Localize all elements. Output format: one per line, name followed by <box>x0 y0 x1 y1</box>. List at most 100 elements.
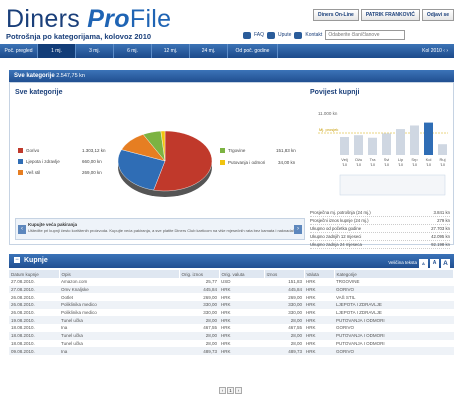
col-orig-iznos[interactable]: Orig. iznos <box>179 270 220 278</box>
history-overview-scroller[interactable] <box>339 174 446 196</box>
history-bar-Tra[interactable] <box>368 137 377 155</box>
tab-overview[interactable]: Poč. pregled <box>0 44 38 58</box>
diners-online-link[interactable]: Diners On-Line <box>313 9 359 21</box>
table-row[interactable]: 19.08.2010. Tunel učka 28,00 HRK 28,00 HRK PUT… <box>9 316 454 325</box>
col-opis[interactable]: Opis <box>59 270 180 278</box>
history-stats: Prosječna mj. potrošnja (24 mj.) 3.841 kn… <box>310 209 450 249</box>
history-bar-Srp[interactable] <box>410 125 419 155</box>
font-small-button[interactable]: A <box>419 258 428 268</box>
user-name-link[interactable]: PATRIK FRANKOVIĆ <box>360 9 420 21</box>
pager-prev[interactable]: ‹ <box>219 387 226 394</box>
font-medium-button[interactable]: A <box>430 258 439 268</box>
member-search-input[interactable] <box>325 30 406 40</box>
stat-row: Prosječna mj. potrošnja (24 mj.) 3.841 kn <box>310 210 450 217</box>
legend-trgovine[interactable]: Trgovine <box>220 148 245 153</box>
col-datum[interactable]: Datum kupnje <box>9 270 60 278</box>
table-cell: 28,00 <box>290 340 302 346</box>
upute-link[interactable]: Upute <box>278 32 291 38</box>
table-cell: 18.08.2010. <box>9 331 59 340</box>
tab-24m[interactable]: 24 mj. <box>190 44 228 58</box>
legend-putovanja-value: 34,00 kn <box>278 160 296 165</box>
history-year-label: '10 <box>412 162 418 167</box>
legend-vas-stil-value: 269,00 kn <box>82 170 102 175</box>
categories-title: Sve kategorije <box>15 89 63 96</box>
promo-text: Uštedite pri kupnji često korištenih pro… <box>28 228 294 233</box>
tab-12m[interactable]: 12 mj. <box>152 44 190 58</box>
history-year-label: '10 <box>356 162 362 167</box>
table-cell: HRK <box>306 340 316 346</box>
categories-panel: Sve kategorije Gorivo 1.303,12 kn Ljepot… <box>9 82 454 249</box>
header-tools: FAQ Upute Kontakt <box>243 30 406 40</box>
font-large-button[interactable]: A <box>441 258 450 268</box>
table-row[interactable]: 18.08.2010. Tunel učka 28,00 HRK 28,00 HRK PUT… <box>9 340 454 348</box>
table-cell: Poliklinika medico <box>61 310 97 316</box>
font-size-controls: Veličina teksta A A A <box>388 256 450 270</box>
table-row[interactable]: 26.08.2010. Poliklinika medico 330,00 HRK 33… <box>9 309 454 317</box>
pager-page[interactable]: 1 <box>227 387 234 394</box>
table-cell: 151,83 <box>288 279 302 285</box>
table-row[interactable]: 27.08.2010. Amazon.com 25,77 USD 151,83 HRK TR… <box>9 278 454 286</box>
table-cell: HRK <box>306 325 316 331</box>
col-orig-valuta[interactable]: Orig. valuta <box>219 270 265 278</box>
history-bar-Kol[interactable] <box>424 122 433 155</box>
table-cell: HRK <box>219 347 264 355</box>
category-pie-chart[interactable] <box>110 123 220 203</box>
summary-bar: Sve kategorije 2.547,75 kn <box>9 70 454 82</box>
tab-ytd[interactable]: Od poč. godine <box>228 44 278 58</box>
table-cell: 28,00 <box>264 331 304 340</box>
period-selector[interactable]: Kol 2010 ‹ › <box>422 48 454 54</box>
tab-6m[interactable]: 6 mj. <box>114 44 152 58</box>
history-bar-Svi[interactable] <box>382 133 391 155</box>
promo-next-arrow[interactable]: › <box>294 225 302 234</box>
legend-putovanja[interactable]: Putovanja i odmori <box>220 160 265 165</box>
table-cell: 467,55 <box>203 325 217 331</box>
table-cell: HRK <box>221 325 231 331</box>
table-row[interactable]: 26.08.2010. Poliklinika medico 330,00 HRK 33… <box>9 301 454 309</box>
table-row[interactable]: 26.08.2010. Ootlet 269,00 HRK 269,00 HRK VAŠ S… <box>9 293 454 301</box>
col-iznos[interactable]: Iznos <box>264 270 305 278</box>
history-bar-Ožu[interactable] <box>354 135 363 155</box>
page-subtitle: Potrošnja po kategorijama, kolovoz 2010 <box>6 32 152 41</box>
promo-prev-arrow[interactable]: ‹ <box>18 225 26 234</box>
table-cell: 330,00 <box>264 301 304 309</box>
book-icon[interactable] <box>267 31 276 39</box>
history-bar-Velj[interactable] <box>340 137 349 155</box>
table-row[interactable]: 27.08.2010. Omv Knaljske 445,84 HRK 445,84 HR… <box>9 285 454 294</box>
history-year-label: '10 <box>398 162 404 167</box>
table-cell: HRK <box>304 347 334 355</box>
logout-link[interactable]: Odjavi se <box>421 9 454 21</box>
col-valuta[interactable]: Valuta <box>304 270 335 278</box>
table-row[interactable]: 09.08.2010. Ina 489,73 HRK 489,73 HRK GORIVO <box>9 347 454 355</box>
table-cell: 26.08.2010. <box>11 294 35 300</box>
legend-gorivo[interactable]: Gorivo <box>18 148 39 153</box>
table-cell: HRK <box>221 294 231 300</box>
history-bar-Ruj[interactable] <box>438 144 447 155</box>
history-panel: Povijest kupnji 11.000 kn Mj. prosjek Vel… <box>310 89 450 249</box>
table-cell: 26.08.2010. <box>9 301 59 309</box>
legend-vas-stil[interactable]: Veš stil <box>18 170 40 175</box>
col-kategorije[interactable]: Kategorije <box>334 270 454 278</box>
table-cell: PUTOVANJA I ODMORI <box>334 316 454 325</box>
pagination: ‹ 1 › <box>219 387 242 394</box>
pager-next[interactable]: › <box>235 387 242 394</box>
diners-profile-logo[interactable]: Diners ProFile <box>6 5 171 34</box>
table-cell: Ina <box>59 347 179 355</box>
kontakt-link[interactable]: Kontakt <box>305 32 322 38</box>
tab-1m[interactable]: 1 mj. <box>38 44 76 58</box>
help-icon[interactable] <box>243 31 251 39</box>
faq-link[interactable]: FAQ <box>254 32 264 38</box>
table-cell: 26.08.2010. <box>11 310 35 316</box>
history-bar-chart[interactable]: Mj. prosjekVelj'10Ožu'10Tra'10Svi'10Lip'… <box>318 117 450 205</box>
collapse-icon[interactable]: − <box>14 257 20 264</box>
table-row[interactable]: 18.08.2010. Tunel učka 28,00 HRK 28,00 HRK PUT… <box>9 331 454 340</box>
top-links: Diners On-Line PATRIK FRANKOVIĆ Odjavi s… <box>313 9 454 21</box>
table-cell: VAŠ STIL <box>336 294 356 300</box>
table-cell: HRK <box>221 340 231 346</box>
promo-title: Kupujte veća pakiranja <box>28 222 78 227</box>
home-icon[interactable] <box>294 31 303 39</box>
tab-3m[interactable]: 3 mj. <box>76 44 114 58</box>
period-nav: Poč. pregled 1 mj. 3 mj. 6 mj. 12 mj. 24… <box>0 44 454 58</box>
legend-ljepota[interactable]: Ljepota i zdravlje <box>18 159 60 164</box>
table-row[interactable]: 18.08.2010. Ina 467,55 HRK 467,55 HRK GORIVO <box>9 324 454 332</box>
history-bar-Lip[interactable] <box>396 129 405 155</box>
